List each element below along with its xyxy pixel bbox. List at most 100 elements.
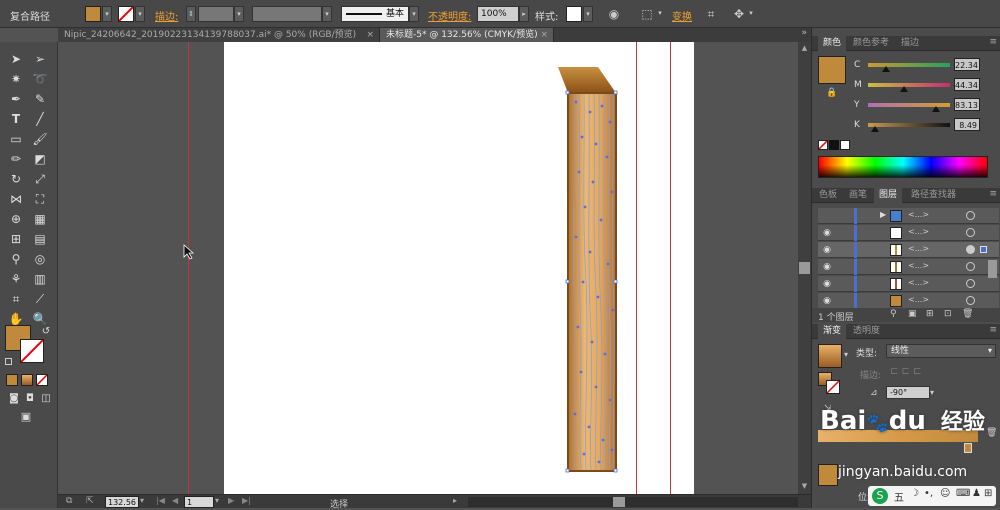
channel-k-thumb[interactable]	[870, 126, 879, 132]
white-swatch[interactable]	[840, 140, 850, 150]
gradient-preview[interactable]	[818, 344, 842, 368]
channel-c-slider[interactable]	[868, 63, 950, 67]
sogou-ime-icon[interactable]: S	[872, 488, 888, 504]
transform-link[interactable]: 变换	[672, 8, 692, 23]
curvature-tool-icon[interactable]: ✎	[30, 90, 50, 108]
tab-gradient[interactable]: 渐变	[818, 324, 847, 339]
ime-punctuation-icon[interactable]: •,	[924, 488, 933, 499]
layer-target-icon[interactable]	[966, 262, 975, 271]
gradient-tool-icon[interactable]: ▤	[30, 230, 50, 248]
ime-chinese-icon[interactable]: 五	[894, 489, 904, 504]
layer-name[interactable]: <...>	[908, 261, 929, 270]
angle-dropdown-icon[interactable]: ▾	[930, 388, 934, 397]
layer-row[interactable]: ◉ <...>	[818, 293, 999, 309]
profile-dropdown[interactable]: ▾	[322, 6, 332, 22]
last-artboard-icon[interactable]: ▶|	[242, 496, 251, 505]
ime-moon-icon[interactable]: ☽	[910, 488, 919, 499]
visibility-eye-icon[interactable]: ◉	[821, 295, 833, 307]
channel-c-thumb[interactable]	[882, 66, 891, 72]
pen-tool-icon[interactable]: ✒	[6, 90, 26, 108]
color-mode-icon[interactable]	[6, 374, 18, 386]
tab-untitled-5[interactable]: 未标题-5* @ 132.56% (CMYK/预览) ×	[380, 28, 554, 42]
draw-inside-icon[interactable]: ◫	[36, 390, 56, 408]
channel-k-slider[interactable]	[868, 123, 950, 127]
new-sublayer-icon[interactable]: ⊞	[926, 309, 934, 319]
share-icon[interactable]: ⇱	[86, 496, 94, 506]
channel-m-thumb[interactable]	[900, 86, 909, 92]
layer-row[interactable]: ◉ <...>	[818, 276, 999, 292]
expand-arrow-icon[interactable]: ▶	[880, 210, 886, 219]
ime-menu-icon[interactable]: ⊞	[984, 488, 992, 499]
artboard-nav-icon[interactable]: ⧉	[66, 496, 72, 506]
channel-c-input[interactable]: 22.34	[954, 58, 980, 71]
artboard-tool-icon[interactable]: ⌗	[6, 290, 26, 308]
more-options-dropdown[interactable]: ▾	[746, 6, 756, 22]
width-tool-icon[interactable]: ⋈	[6, 190, 26, 208]
visibility-eye-icon[interactable]: ◉	[821, 244, 833, 256]
blend-tool-icon[interactable]: ◎	[30, 250, 50, 268]
channel-y-thumb[interactable]	[932, 106, 941, 112]
status-menu-icon[interactable]: ▸	[453, 496, 457, 505]
scroll-thumb[interactable]	[799, 262, 810, 274]
color-spectrum[interactable]	[818, 156, 988, 178]
layer-target-icon[interactable]	[966, 279, 975, 288]
tab-color[interactable]: 颜色	[818, 36, 847, 51]
layer-target-icon[interactable]	[966, 228, 975, 237]
layer-row[interactable]: ◉ <...>	[818, 259, 999, 275]
panel-menu-icon[interactable]: ≡	[989, 189, 997, 199]
tab-transparency[interactable]: 透明度	[848, 324, 885, 339]
next-artboard-icon[interactable]: ▶	[228, 496, 234, 505]
gradient-mode-icon[interactable]	[21, 374, 33, 386]
align-dropdown[interactable]: ▾	[655, 6, 665, 22]
stroke-swatch[interactable]	[118, 6, 134, 22]
tab-pathfinder[interactable]: 路径查找器	[906, 188, 961, 203]
layer-row[interactable]: ◉ <...>	[818, 225, 999, 241]
pencil-tool-icon[interactable]: ✏	[6, 150, 26, 168]
layer-name[interactable]: <...>	[908, 278, 929, 287]
mesh-tool-icon[interactable]: ⊞	[6, 230, 26, 248]
layer-row-selected[interactable]: ◉ <...>	[818, 242, 999, 258]
line-segment-tool-icon[interactable]: ╱	[30, 110, 50, 128]
default-fill-stroke-icon[interactable]	[5, 358, 12, 365]
channel-k-input[interactable]: 8.49	[954, 118, 980, 131]
visibility-eye-icon[interactable]: ◉	[821, 227, 833, 239]
opacity-dropdown[interactable]: ▸	[519, 6, 529, 22]
free-transform-tool-icon[interactable]: ⛶	[30, 190, 50, 208]
column-graph-tool-icon[interactable]: ▥	[30, 270, 50, 288]
graphic-style-dropdown[interactable]: ▾	[583, 6, 593, 22]
recolor-artwork-icon[interactable]: ◉	[605, 5, 623, 23]
symbol-sprayer-tool-icon[interactable]: ⚘	[6, 270, 26, 288]
scroll-down-icon[interactable]: ▼	[799, 482, 810, 492]
tab-layers[interactable]: 图层	[874, 188, 903, 203]
brush-definition[interactable]: 基本	[341, 6, 409, 22]
layers-scroll-thumb[interactable]	[988, 260, 997, 278]
variable-width-profile[interactable]	[252, 6, 322, 22]
magic-wand-tool-icon[interactable]: ✷	[6, 70, 26, 88]
gradient-presets-dropdown[interactable]: ▾	[844, 350, 848, 359]
artboard[interactable]	[224, 42, 694, 494]
type-tool-icon[interactable]: T	[6, 110, 26, 128]
black-swatch[interactable]	[829, 140, 839, 150]
plank-top-face[interactable]	[558, 67, 616, 93]
selection-tool-icon[interactable]: ➤	[6, 50, 26, 68]
slice-tool-icon[interactable]: ⟋	[30, 290, 50, 308]
selection-indicator[interactable]	[980, 246, 987, 253]
wood-plank-artwork[interactable]	[224, 42, 694, 494]
tab-color-guide[interactable]: 颜色参考	[848, 36, 894, 51]
gradient-type-select[interactable]: 线性 ▾	[886, 344, 996, 358]
horizontal-scrollbar[interactable]	[468, 497, 798, 507]
layer-name[interactable]: <...>	[908, 227, 929, 236]
delete-stop-icon[interactable]: 🗑	[986, 428, 997, 438]
lasso-tool-icon[interactable]: ➰	[30, 70, 50, 88]
layer-name[interactable]: <...>	[908, 244, 929, 253]
rotate-tool-icon[interactable]: ↻	[6, 170, 26, 188]
paintbrush-tool-icon[interactable]: 🖌	[30, 130, 50, 148]
align-to-icon[interactable]: ⬚	[638, 5, 656, 23]
panel-menu-icon[interactable]: ≡	[989, 325, 997, 335]
gradient-stop-color[interactable]	[818, 464, 838, 486]
stroke-weight-dropdown[interactable]: ▾	[234, 6, 244, 22]
swap-fill-stroke-icon[interactable]: ↺	[36, 323, 56, 341]
tab-nipic-document[interactable]: Nipic_24206642_20190223134139788037.ai* …	[58, 28, 380, 42]
ime-keyboard-icon[interactable]: ⌨	[956, 488, 970, 499]
tab-swatches[interactable]: 色板	[814, 188, 842, 203]
